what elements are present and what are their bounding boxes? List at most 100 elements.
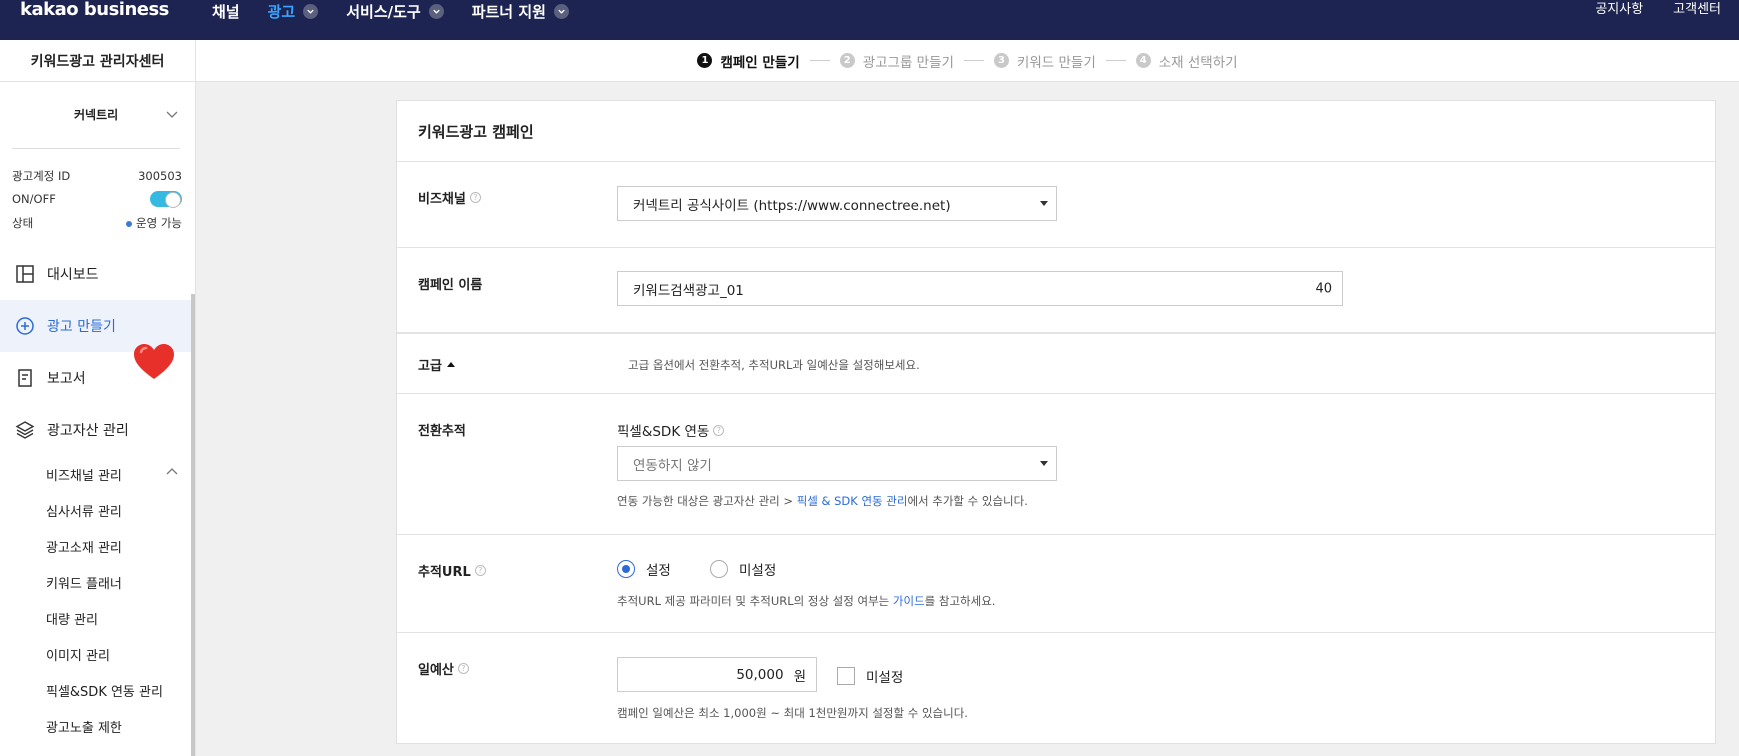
kakao-business-logo[interactable]: kakao business <box>20 0 169 20</box>
step-label: 소재 선택하기 <box>1158 54 1238 71</box>
sidebar-divider <box>12 148 180 149</box>
tracking-url-set-radio[interactable]: 설정 <box>617 559 671 579</box>
tracking-url-label: 추적URL ? <box>418 561 486 580</box>
daily-budget-label: 일예산 ? <box>418 659 469 678</box>
step-label: 광고그룹 만들기 <box>862 54 954 71</box>
campaign-name-input[interactable]: 키워드검색광고_01 40 <box>617 271 1343 306</box>
report-icon <box>18 369 32 387</box>
sidebar-subitem-pixel-sdk[interactable]: 픽셀&SDK 연동 관리 <box>46 681 163 700</box>
caret-down-icon <box>1040 200 1048 206</box>
tracking-url-hint: 추적URL 제공 파라미터 및 추적URL의 정상 설정 여부는 가이드를 참고… <box>617 593 995 609</box>
sidebar-subitem-keyword-planner[interactable]: 키워드 플래너 <box>46 573 122 592</box>
help-icon[interactable]: ? <box>474 565 486 576</box>
nav-partner-label: 파트너 지원 <box>471 2 546 21</box>
top-right-links: 공지사항 고객센터 <box>1595 0 1721 20</box>
conversion-tracking-label: 전환추적 <box>418 424 466 439</box>
help-icon[interactable]: ? <box>713 424 725 436</box>
main-nav: 채널 광고 서비스/도구 파트너 지원 <box>212 0 597 22</box>
pixel-sdk-select-value: 연동하지 않기 <box>633 457 712 474</box>
step-1: 1 캠페인 만들기 <box>697 51 800 71</box>
pixel-sdk-label: 픽셀&SDK 연동 ? <box>617 420 725 440</box>
bizchannel-label: 비즈채널 ? <box>418 188 481 207</box>
currency-unit: 원 <box>793 668 806 685</box>
chevron-down-icon[interactable] <box>166 108 178 120</box>
daily-budget-label-text: 일예산 <box>418 663 454 678</box>
status-dot-icon <box>126 220 133 227</box>
sidebar-subitem-creatives[interactable]: 광고소재 관리 <box>46 537 122 556</box>
nav-partner-support[interactable]: 파트너 지원 <box>472 0 569 22</box>
step-number: 1 <box>697 53 713 68</box>
bizchannel-row: 비즈채널 ? 커넥트리 공식사이트 (https://www.connectre… <box>397 162 1715 248</box>
onoff-row: ON/OFF <box>12 191 182 208</box>
campaign-name-label: 캠페인 이름 <box>418 278 483 293</box>
dashboard-icon <box>16 265 34 283</box>
customer-center-link[interactable]: 고객센터 <box>1673 0 1721 20</box>
chevron-down-icon <box>553 3 569 19</box>
step-label: 캠페인 만들기 <box>720 54 800 71</box>
sidebar: 키워드광고 관리자센터 커넥트리 광고계정 ID 300503 ON/OFF 상… <box>0 40 196 756</box>
conversion-hint-post: 에서 추가할 수 있습니다. <box>907 494 1028 508</box>
caret-up-icon <box>446 362 455 367</box>
account-id-row: 광고계정 ID 300503 <box>12 168 182 184</box>
step-label: 키워드 만들기 <box>1016 54 1096 71</box>
step-connector <box>1105 60 1126 61</box>
caret-down-icon <box>1040 460 1048 466</box>
sidebar-item-dashboard[interactable]: 대시보드 <box>0 248 191 300</box>
radio-unchecked-icon <box>710 560 728 578</box>
sidebar-subitem-bizchannel[interactable]: 비즈채널 관리 <box>46 465 122 484</box>
sidebar-subitem-images[interactable]: 이미지 관리 <box>46 645 110 664</box>
daily-budget-row: 일예산 ? 50,000 원 미설정 캠페인 일예산은 최소 1,000원 ~ … <box>397 633 1715 743</box>
sidebar-item-asset-management[interactable]: 광고자산 관리 <box>0 404 191 456</box>
bizchannel-select-value: 커넥트리 공식사이트 (https://www.connectree.net) <box>633 197 951 214</box>
nav-channel-label: 채널 <box>212 2 240 21</box>
step-connector <box>809 60 830 61</box>
plus-circle-icon <box>16 317 34 335</box>
pixel-sdk-management-link[interactable]: 픽셀 & SDK 연동 관리 <box>797 494 908 508</box>
daily-budget-input[interactable]: 50,000 원 <box>617 657 817 692</box>
help-icon[interactable]: ? <box>457 663 469 674</box>
step-number: 2 <box>839 53 855 68</box>
sidebar-item-label: 광고자산 관리 <box>47 423 129 439</box>
radio-label: 설정 <box>646 563 671 579</box>
status-row: 상태 운영 가능 <box>12 215 182 231</box>
chevron-up-icon[interactable] <box>166 466 178 478</box>
nav-channel[interactable]: 채널 <box>212 0 240 22</box>
advanced-label: 고급 <box>418 359 442 374</box>
step-connector <box>963 60 984 61</box>
conversion-tracking-row: 전환추적 픽셀&SDK 연동 ? 연동하지 않기 연동 가능한 대상은 광고자산… <box>397 394 1715 535</box>
onoff-toggle[interactable] <box>150 191 182 208</box>
panel-header: 키워드광고 캠페인 <box>397 101 1715 162</box>
account-selector[interactable]: 커넥트리 <box>74 106 118 123</box>
tracking-url-hint-pre: 추적URL 제공 파라미터 및 추적URL의 정상 설정 여부는 <box>617 594 893 608</box>
status-value: 운영 가능 <box>136 216 182 230</box>
help-icon[interactable]: ? <box>469 192 481 203</box>
daily-budget-hint: 캠페인 일예산은 최소 1,000원 ~ 최대 1천만원까지 설정할 수 있습니… <box>617 706 968 720</box>
sidebar-subitem-exposure-limit[interactable]: 광고노출 제한 <box>46 717 122 736</box>
nav-ads-label: 광고 <box>267 2 296 21</box>
campaign-name-value: 키워드검색광고_01 <box>633 282 744 299</box>
notice-link[interactable]: 공지사항 <box>1595 0 1643 20</box>
radio-checked-icon <box>617 560 635 578</box>
sidebar-scrollbar[interactable] <box>191 294 195 756</box>
sidebar-title: 키워드광고 관리자센터 <box>0 40 195 82</box>
top-navigation-bar: kakao business 채널 광고 서비스/도구 파트너 지원 공지사항 … <box>0 0 1739 40</box>
bizchannel-select[interactable]: 커넥트리 공식사이트 (https://www.connectree.net) <box>617 186 1057 221</box>
advanced-toggle[interactable]: 고급 <box>418 355 455 374</box>
sidebar-subitem-bulk[interactable]: 대량 관리 <box>46 609 98 628</box>
advanced-hint: 고급 옵션에서 전환추적, 추적URL과 일예산을 설정해보세요. <box>628 358 920 372</box>
campaign-form-panel: 키워드광고 캠페인 비즈채널 ? 커넥트리 공식사이트 (https://www… <box>396 100 1716 744</box>
tracking-url-hint-post: 를 참고하세요. <box>924 594 996 608</box>
nav-ads[interactable]: 광고 <box>268 0 319 22</box>
sidebar-item-report[interactable]: 보고서 <box>0 352 191 404</box>
onoff-label: ON/OFF <box>12 192 56 206</box>
guide-link[interactable]: 가이드 <box>893 594 925 608</box>
pixel-sdk-select[interactable]: 연동하지 않기 <box>617 446 1057 481</box>
nav-services-tools[interactable]: 서비스/도구 <box>346 0 444 22</box>
conversion-hint-pre: 연동 가능한 대상은 광고자산 관리 > <box>617 494 797 508</box>
daily-budget-unset-checkbox[interactable]: 미설정 <box>837 666 903 686</box>
tracking-url-unset-radio[interactable]: 미설정 <box>710 559 776 579</box>
sidebar-item-label: 광고 만들기 <box>47 319 116 335</box>
sidebar-subitem-documents[interactable]: 심사서류 관리 <box>46 501 122 520</box>
panel-title: 키워드광고 캠페인 <box>418 123 534 141</box>
chevron-down-icon <box>428 3 444 19</box>
